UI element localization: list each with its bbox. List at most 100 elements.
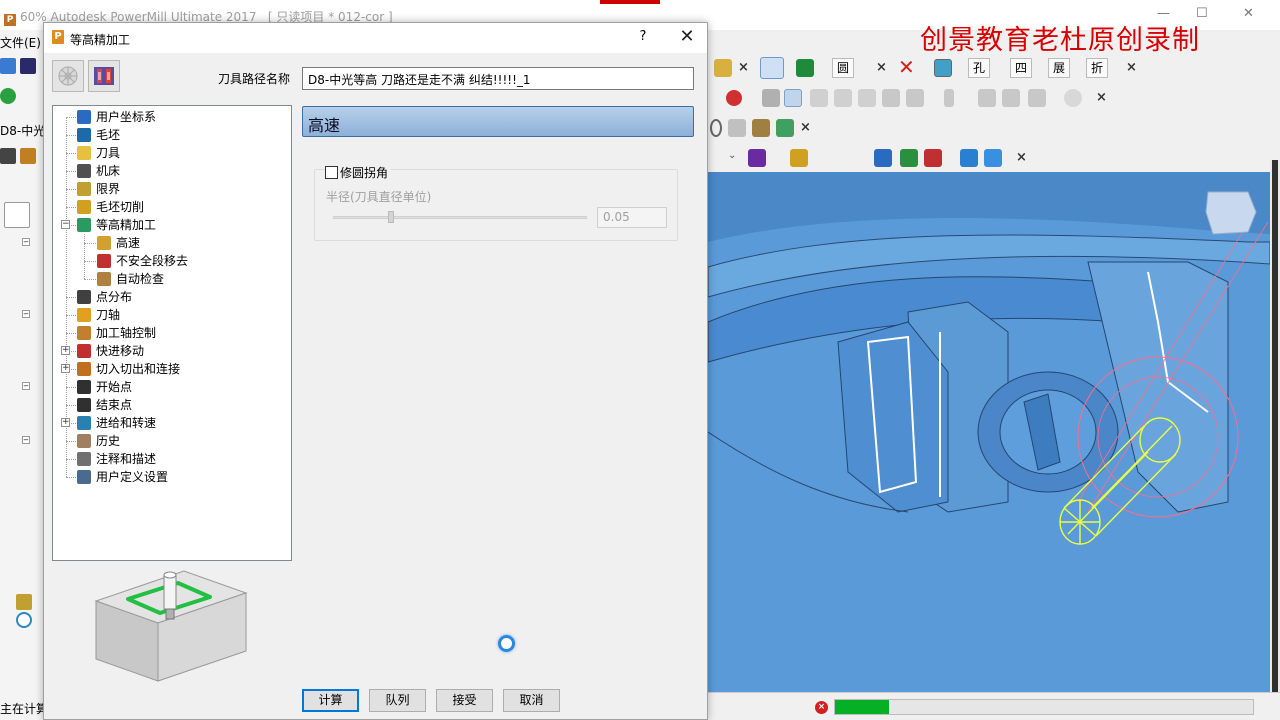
strategy-tree[interactable]: 用户坐标系 毛坯 刀具 机床 限界 毛坯切削 − 等高精加工 高速 不安全段移去 自动检查 点分布 刀轴… [52,105,292,561]
shade-icon[interactable] [934,59,952,77]
fillet-corners-checkbox[interactable] [325,166,338,179]
expand-icon[interactable]: + [61,364,70,373]
radius-label: 半径(刀具直径单位) [326,190,432,204]
stock-icon[interactable] [1028,89,1046,107]
measure-icon[interactable] [790,149,808,167]
dialog-close-button[interactable]: ✕ [677,26,697,48]
app-close-button[interactable]: ✕ [1243,6,1254,21]
toolbar-close-icon[interactable]: × [738,60,749,75]
expand-icon[interactable]: + [61,418,70,427]
fillet-corners-option[interactable]: 修圆拐角 [325,164,392,180]
layers-icon[interactable] [748,149,766,167]
cube-icon[interactable] [714,59,732,77]
stop-calculation-icon[interactable]: × [815,701,828,714]
folder-icon[interactable] [16,594,32,610]
stock-icon[interactable] [944,89,954,107]
grid-icon[interactable] [0,148,16,164]
stock-cut-icon [77,200,91,214]
expand-icon[interactable]: + [61,346,70,355]
block-icon [77,128,91,142]
workplane-align-icon[interactable] [900,149,918,167]
toolbar-close-icon[interactable]: × [800,120,811,135]
stock-model-icon[interactable] [762,89,780,107]
tool-axis-icon [77,308,91,322]
tree-item-label: 历史 [96,434,121,448]
toolbar-row-3: × [708,114,1280,142]
tree-view-toggle-button[interactable] [52,60,84,92]
fold-button[interactable]: 折 [1086,58,1109,78]
shaded-stock-icon[interactable] [810,89,828,107]
radius-slider-thumb[interactable] [388,211,395,223]
user-settings-icon [77,470,91,484]
cancel-button[interactable]: 取消 [503,689,560,712]
tool-check-icon[interactable] [776,119,794,137]
viewport-scrollbar[interactable] [1270,160,1280,700]
delete-icon[interactable]: ✕ [898,57,916,77]
active-stock-icon[interactable] [784,89,802,107]
tree-guide-line [66,153,76,154]
chart-icon[interactable] [20,148,36,164]
page-title: 高速 [308,116,341,135]
workplane-edit-icon[interactable] [924,149,942,167]
panda-icon[interactable] [760,57,784,79]
toolbar-close-icon[interactable]: × [1016,150,1027,165]
radius-slider[interactable] [333,216,587,219]
accept-button[interactable]: 接受 [436,689,493,712]
stock-icon[interactable] [1064,89,1082,107]
level-icon[interactable] [16,612,32,628]
progress-fill [835,700,890,714]
tree-item-label: 刀具 [96,146,121,160]
expand-button[interactable]: 展 [1048,58,1071,78]
tree-expander[interactable]: − [22,382,30,390]
busy-spinner-icon [498,635,515,652]
toolbar-row-1: × 圆 × ✕ 孔 四 展 折 × [708,54,1280,82]
circle-button[interactable]: 圆 [832,58,855,78]
collapse-icon[interactable]: − [61,220,70,229]
radius-input[interactable]: 0.05 [597,207,667,228]
toolbar-close-icon[interactable]: × [876,60,887,75]
tree-item-label: 高速 [116,236,141,250]
scrollbar-thumb[interactable] [1272,160,1278,700]
tree-item-label: 等高精加工 [96,218,157,232]
chevron-down-icon[interactable]: ⌄ [728,150,736,161]
stock-icon[interactable] [1002,89,1020,107]
stock-icon[interactable] [858,89,876,107]
probe-icon[interactable] [728,119,746,137]
tree-expander[interactable]: − [22,238,30,246]
cad-model-view [708,172,1270,545]
toolbar-close-icon[interactable]: × [1126,60,1137,75]
tool-holder-icon[interactable] [752,119,770,137]
green-tool-icon[interactable] [0,88,16,104]
tree-guide-line [66,333,76,334]
notes-icon [77,452,91,466]
hole-button[interactable]: 孔 [968,58,991,78]
stock-icon[interactable] [882,89,900,107]
tree-view-icon[interactable] [4,202,30,228]
ucs-icon [77,110,91,124]
tree-guide-line [66,441,76,442]
3d-viewport[interactable] [708,172,1270,692]
toolbar-close-icon[interactable]: × [1096,90,1107,105]
calculate-button[interactable]: 计算 [302,689,359,712]
spreadsheet-icon[interactable] [796,59,814,77]
four-button[interactable]: 四 [1010,58,1033,78]
workplane-icon[interactable] [874,149,892,167]
tree-expander[interactable]: − [22,310,30,318]
open-icon[interactable] [0,58,16,74]
file-menu[interactable]: 文件(E) [0,34,41,51]
help-button[interactable]: ? [635,29,651,47]
search-icon[interactable] [710,119,722,137]
tools-icon[interactable] [984,149,1002,167]
pen-icon[interactable] [960,149,978,167]
active-toolpath-label: D8-中光 [0,124,46,138]
toolpath-name-input[interactable]: D8-中光等高 刀路还是走不满 纠结!!!!!_1 [302,67,694,90]
tree-expander[interactable]: − [22,436,30,444]
stock-icon[interactable] [978,89,996,107]
tool-view-toggle-button[interactable] [88,60,120,92]
queue-button[interactable]: 队列 [369,689,426,712]
point-distribution-icon [77,290,91,304]
record-icon[interactable] [726,90,742,106]
stock-icon[interactable] [906,89,924,107]
save-icon[interactable] [20,58,36,74]
stock-icon[interactable] [834,89,852,107]
